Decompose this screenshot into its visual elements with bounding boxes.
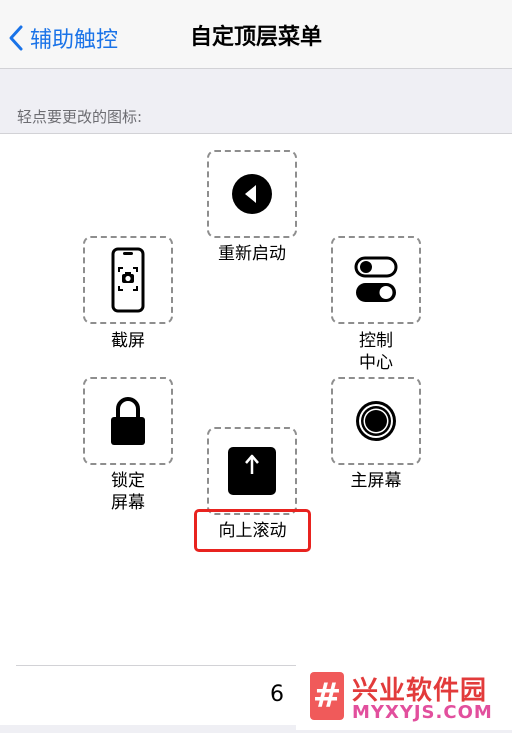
watermark: # 兴业软件园 MYXYJS.COM	[296, 662, 512, 730]
tile-restart[interactable]	[207, 150, 297, 238]
lock-label-line1: 锁定	[111, 471, 145, 491]
tile-screenshot-label: 截屏	[111, 331, 145, 351]
screenshot-icon	[111, 247, 145, 313]
tile-lock-screen[interactable]	[83, 377, 173, 465]
tile-restart-label: 重新启动	[218, 244, 286, 264]
home-button-icon	[356, 401, 396, 441]
tile-lock-screen-label: 锁定 屏幕	[83, 470, 173, 514]
tile-control-center-label: 控制 中心	[331, 330, 421, 374]
tile-screenshot[interactable]	[83, 236, 173, 324]
control-center-label-line1: 控制	[359, 331, 393, 351]
scroll-up-icon	[228, 447, 276, 495]
highlight-box	[194, 509, 311, 552]
tile-home-label: 主屏幕	[350, 471, 402, 491]
lock-icon	[111, 397, 145, 445]
page-title: 自定顶层菜单	[189, 25, 322, 50]
section-header: 轻点要更改的图标:	[0, 69, 512, 134]
control-center-label-line2: 中心	[359, 353, 393, 373]
control-center-icon	[354, 256, 398, 302]
tile-home[interactable]	[331, 377, 421, 465]
lock-label-line2: 屏幕	[111, 493, 145, 513]
section-header-label: 轻点要更改的图标:	[17, 108, 143, 126]
tile-control-center[interactable]	[331, 236, 421, 324]
tile-scroll-up[interactable]	[207, 427, 297, 515]
watermark-logo: #	[310, 672, 344, 720]
watermark-url: MYXYJS.COM	[352, 702, 493, 723]
navigation-bar: 辅助触控 自定顶层菜单	[0, 0, 512, 69]
restart-icon	[232, 174, 272, 214]
icon-count-value: 6	[270, 682, 284, 707]
